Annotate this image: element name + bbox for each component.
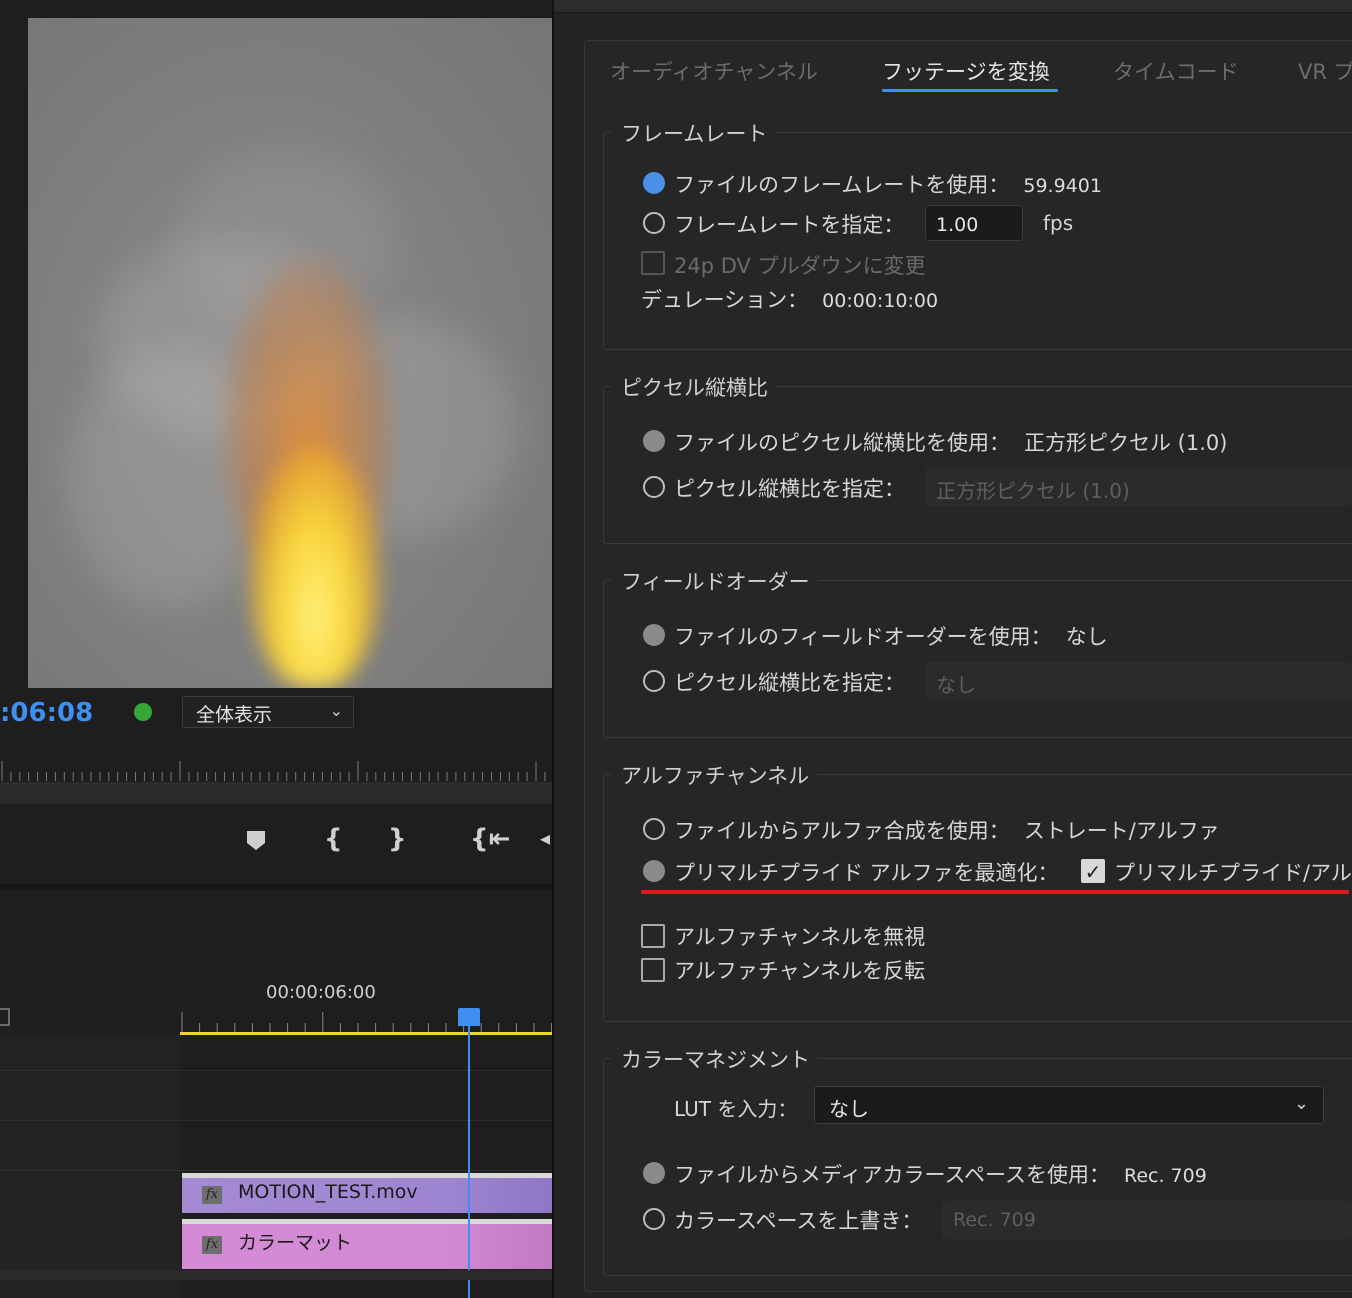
file-frame-rate-value: 59.9401 bbox=[1023, 175, 1102, 197]
group-title: アルファチャンネル bbox=[611, 760, 818, 790]
timeline-scrollbar[interactable] bbox=[0, 1270, 552, 1280]
lut-select[interactable]: なし ⌄ bbox=[814, 1086, 1324, 1124]
specify-pixel-aspect-label: ピクセル縦横比を指定： bbox=[674, 477, 905, 501]
monitor-ruler[interactable] bbox=[0, 755, 552, 781]
fx-badge-icon: fx bbox=[202, 1236, 222, 1254]
flame-core bbox=[250, 448, 380, 688]
step-back-icon[interactable]: ◂ bbox=[540, 826, 550, 850]
timeline-time-label: 00:00:06:00 bbox=[266, 982, 376, 1003]
file-alpha-value: ストレート/アルファ bbox=[1023, 819, 1220, 843]
active-tab-indicator bbox=[882, 89, 1058, 92]
override-color-space-label: カラースペースを上書き： bbox=[674, 1209, 923, 1233]
specify-frame-rate-label: フレームレートを指定： bbox=[674, 213, 905, 237]
playhead-timecode[interactable]: :06:08 bbox=[0, 698, 93, 728]
file-color-space-value: Rec. 709 bbox=[1123, 1165, 1207, 1187]
lut-value: なし bbox=[829, 1097, 869, 1121]
field-order-group bbox=[603, 580, 1352, 738]
fps-unit-label: fps bbox=[1043, 211, 1074, 235]
radio-use-file-color-space[interactable] bbox=[643, 1162, 665, 1184]
radio-specify-field-order[interactable] bbox=[643, 670, 665, 692]
radio-use-file-alpha[interactable] bbox=[643, 818, 665, 840]
radio-use-file-field-order[interactable] bbox=[643, 624, 665, 646]
radio-specify-pixel-aspect[interactable] bbox=[643, 476, 665, 498]
work-area-bar[interactable] bbox=[180, 1032, 552, 1035]
monitor-scrub-bar[interactable] bbox=[0, 782, 552, 804]
field-order-select[interactable]: なし bbox=[925, 662, 1352, 700]
use-file-pixel-aspect-label: ファイルのピクセル縦横比を使用： 正方形ピクセル (1.0) bbox=[674, 431, 1228, 455]
invert-alpha-checkbox[interactable] bbox=[641, 958, 665, 982]
group-title: カラーマネジメント bbox=[611, 1044, 818, 1074]
zoom-level-value: 全体表示 bbox=[196, 704, 273, 726]
timeline-ruler[interactable] bbox=[180, 1008, 552, 1032]
status-indicator bbox=[134, 703, 152, 721]
group-title: フィールドオーダー bbox=[611, 566, 818, 596]
chevron-down-icon: ⌄ bbox=[1293, 1093, 1309, 1114]
use-file-field-order-label: ファイルのフィールドオーダーを使用： なし bbox=[674, 625, 1108, 649]
tab-audio-channels[interactable]: オーディオチャンネル bbox=[610, 56, 818, 86]
use-file-alpha-label: ファイルからアルファ合成を使用： ストレート/アルファ bbox=[674, 819, 1220, 843]
playhead-line[interactable] bbox=[468, 1018, 470, 1298]
use-file-color-space-label: ファイルからメディアカラースペースを使用： Rec. 709 bbox=[674, 1163, 1207, 1187]
lut-label: LUT を入力： bbox=[674, 1097, 798, 1121]
use-file-frame-rate-label: ファイルのフレームレートを使用： 59.9401 bbox=[674, 173, 1102, 197]
clip-motion-test[interactable]: fx MOTION_TEST.mov bbox=[182, 1173, 552, 1213]
clip-label: MOTION_TEST.mov bbox=[238, 1181, 418, 1203]
group-title: ピクセル縦横比 bbox=[611, 372, 776, 402]
premultiply-value: プリマルチプライド/アル bbox=[1114, 861, 1352, 885]
pixel-aspect-group bbox=[603, 386, 1352, 544]
specify-field-order-label: ピクセル縦横比を指定： bbox=[674, 671, 905, 695]
invert-alpha-label: アルファチャンネルを反転 bbox=[674, 959, 926, 983]
tab-timecode[interactable]: タイムコード bbox=[1113, 56, 1239, 86]
frame-rate-group bbox=[603, 132, 1352, 350]
video-preview bbox=[28, 18, 552, 688]
fx-badge-icon: fx bbox=[202, 1186, 222, 1204]
premultiply-checkbox[interactable]: ✓ bbox=[1081, 859, 1105, 883]
radio-premultiply-alpha[interactable] bbox=[643, 860, 665, 882]
ignore-alpha-label: アルファチャンネルを無視 bbox=[674, 925, 926, 949]
group-title: フレームレート bbox=[611, 118, 776, 148]
color-space-select[interactable]: Rec. 709 bbox=[942, 1201, 1352, 1239]
clip-label: カラーマット bbox=[238, 1232, 353, 1254]
dialog-header-strip bbox=[554, 0, 1352, 13]
track-headers bbox=[0, 1035, 180, 1298]
tab-vr[interactable]: VR プ bbox=[1298, 56, 1352, 86]
frame-rate-input[interactable]: 1.00 bbox=[925, 205, 1023, 241]
track-target-icon[interactable] bbox=[0, 1008, 10, 1026]
mark-in-icon[interactable]: { bbox=[324, 824, 343, 854]
ignore-alpha-checkbox[interactable] bbox=[641, 924, 665, 948]
clip-color-matte[interactable]: fx カラーマット bbox=[182, 1219, 552, 1269]
zoom-level-select[interactable]: 全体表示 ⌄ bbox=[182, 696, 354, 728]
pulldown-checkbox[interactable] bbox=[641, 251, 665, 275]
radio-specify-frame-rate[interactable] bbox=[643, 212, 665, 234]
pixel-aspect-select[interactable]: 正方形ピクセル (1.0) bbox=[925, 468, 1352, 506]
premultiply-alpha-label: プリマルチプライド アルファを最適化： bbox=[674, 861, 1059, 885]
chevron-down-icon: ⌄ bbox=[329, 701, 343, 720]
tab-interpret-footage[interactable]: フッテージを変換 bbox=[882, 56, 1050, 86]
add-marker-icon[interactable] bbox=[246, 828, 266, 858]
file-pixel-aspect-value: 正方形ピクセル (1.0) bbox=[1024, 431, 1228, 455]
program-monitor-panel: :06:08 全体表示 ⌄ { } {⇤ ◂ 00:00:06:00 fx MO… bbox=[0, 0, 552, 1298]
go-to-in-icon[interactable]: {⇤ bbox=[470, 824, 510, 854]
duration-value: 00:00:10:00 bbox=[822, 290, 939, 312]
pulldown-label: 24p DV プルダウンに変更 bbox=[674, 254, 926, 278]
mark-out-icon[interactable]: } bbox=[388, 824, 407, 854]
radio-use-file-pixel-aspect[interactable] bbox=[643, 430, 665, 452]
file-field-order-value: なし bbox=[1065, 625, 1108, 649]
radio-override-color-space[interactable] bbox=[643, 1208, 665, 1230]
radio-use-file-frame-rate[interactable] bbox=[643, 172, 665, 194]
transport-controls: { } {⇤ ◂ bbox=[0, 804, 552, 886]
duration-row: デュレーション： 00:00:10:00 bbox=[641, 288, 939, 312]
highlight-underline bbox=[641, 890, 1349, 894]
